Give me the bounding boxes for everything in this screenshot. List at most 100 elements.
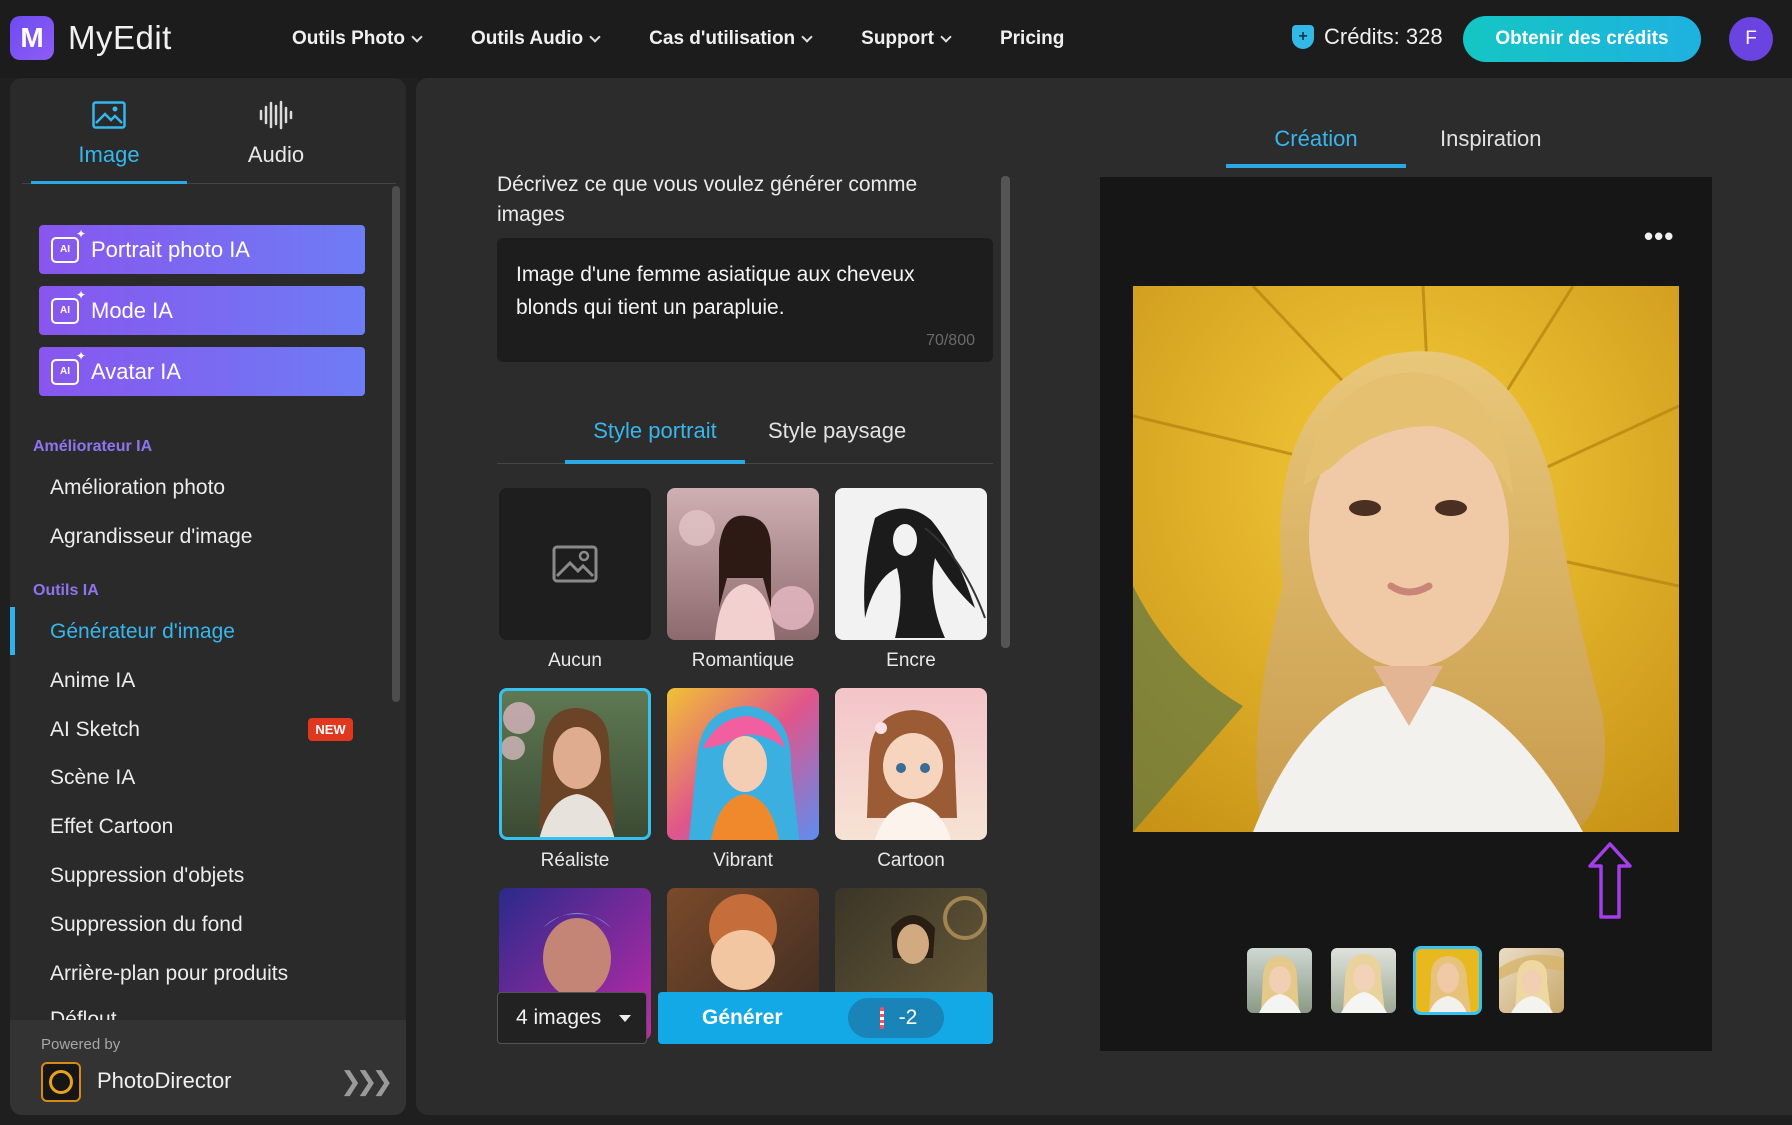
annotation-up-arrow-icon: [1588, 842, 1632, 919]
style-grid: Aucun Romantique Encre Réaliste Vibrant …: [499, 488, 993, 1046]
nav-use-cases[interactable]: Cas d'utilisation: [649, 24, 813, 54]
logo[interactable]: M MyEdit: [10, 16, 172, 60]
nav-audio-tools[interactable]: Outils Audio: [471, 24, 601, 54]
chevron-down-icon: [411, 30, 423, 43]
image-count-select[interactable]: 4 images: [497, 992, 647, 1044]
image-placeholder-icon: [552, 545, 598, 583]
style-thumb-none: [499, 488, 651, 640]
credit-candy-icon: [879, 1007, 884, 1029]
image-icon: [31, 98, 187, 132]
new-badge: NEW: [308, 718, 353, 741]
sidebar-item-scene[interactable]: Scène IA: [50, 766, 135, 790]
sidebar-tabs: Image Audio: [22, 78, 396, 184]
sidebar-item-upscaler[interactable]: Agrandisseur d'image: [50, 525, 252, 549]
section-tools-title: Outils IA: [33, 582, 99, 599]
nav-support[interactable]: Support: [861, 24, 952, 54]
style-card-romantic[interactable]: Romantique: [667, 488, 819, 672]
sidebar-item-cartoon[interactable]: Effet Cartoon: [50, 815, 173, 839]
style-thumb-ink: [835, 488, 987, 640]
powered-by-label: Powered by: [41, 1036, 121, 1053]
style-card-vibrant[interactable]: Vibrant: [667, 688, 819, 872]
credit-cost-pill: -2: [848, 998, 944, 1038]
app-name: MyEdit: [68, 19, 172, 56]
credits-text: Crédits: 328: [1324, 24, 1443, 49]
tab-audio-label: Audio: [247, 142, 305, 167]
result-thumbnail[interactable]: [1247, 948, 1312, 1013]
style-label: Aucun: [548, 650, 602, 671]
prompt-input[interactable]: Image d'une femme asiatique aux cheveux …: [497, 238, 993, 362]
main-nav: Outils Photo Outils Audio Cas d'utilisat…: [292, 24, 1114, 54]
result-preview: •••: [1100, 177, 1712, 1051]
result-thumbnail[interactable]: [1331, 948, 1396, 1013]
active-indicator: [10, 607, 15, 655]
generated-image[interactable]: [1133, 286, 1679, 832]
style-label: Réaliste: [540, 850, 610, 871]
style-card-cartoon[interactable]: Cartoon: [835, 688, 987, 872]
style-card-realistic[interactable]: Réaliste: [499, 688, 651, 872]
prompt-label: Décrivez ce que vous voulez générer comm…: [497, 173, 918, 226]
chevron-down-icon: [589, 30, 601, 43]
chevrons-right-icon[interactable]: ❯❯❯: [340, 1066, 393, 1097]
ai-portrait-button[interactable]: AI Portrait photo IA: [39, 225, 365, 274]
tab-image-label: Image: [78, 142, 140, 167]
caret-down-icon: [619, 1014, 632, 1022]
style-label: Encre: [886, 650, 936, 671]
sidebar-item-bg-removal[interactable]: Suppression du fond: [50, 913, 243, 937]
style-thumb-cartoon: [835, 688, 987, 840]
powered-by-panel[interactable]: Powered by PhotoDirector ❯❯❯: [10, 1020, 406, 1115]
credits-display: + Crédits: 328: [1292, 24, 1443, 50]
style-label: Romantique: [691, 650, 795, 671]
style-card-none[interactable]: Aucun: [499, 488, 651, 672]
ai-fashion-button[interactable]: AI Mode IA: [39, 286, 365, 335]
audio-wave-icon: [198, 98, 354, 132]
sidebar-item-image-generator[interactable]: Générateur d'image: [50, 620, 235, 644]
sidebar-item-anime[interactable]: Anime IA: [50, 669, 135, 693]
style-tabs: Style portrait Style paysage: [497, 408, 993, 464]
ai-sparkle-icon: AI: [51, 227, 86, 263]
ai-sparkle-icon: AI: [51, 288, 86, 324]
generate-button[interactable]: Générer -2: [658, 992, 993, 1044]
char-counter: 70/800: [926, 332, 975, 349]
ai-avatar-button[interactable]: AI Avatar IA: [39, 347, 365, 396]
tab-audio[interactable]: Audio: [198, 98, 354, 184]
nav-pricing[interactable]: Pricing: [1000, 24, 1064, 54]
style-card-ink[interactable]: Encre: [835, 488, 987, 672]
credit-cost-value: -2: [898, 1006, 918, 1029]
avatar[interactable]: F: [1729, 17, 1773, 61]
get-credits-button[interactable]: Obtenir des crédits: [1463, 16, 1701, 62]
tab-image[interactable]: Image: [31, 98, 187, 184]
image-count-value: 4 images: [516, 1006, 602, 1029]
sidebar-item-ai-sketch[interactable]: AI Sketch: [50, 718, 140, 742]
chevron-down-icon: [940, 30, 952, 43]
chevron-down-icon: [801, 30, 813, 43]
sidebar-item-photo-enhance[interactable]: Amélioration photo: [50, 476, 225, 500]
tab-portrait-style[interactable]: Style portrait: [565, 418, 745, 464]
style-thumb-vibrant: [667, 688, 819, 840]
main-panel: Décrivez ce que vous voulez générer comm…: [416, 78, 1792, 1115]
powered-app-name: PhotoDirector: [97, 1068, 232, 1093]
style-label: Vibrant: [713, 850, 773, 871]
sidebar-item-product-bg[interactable]: Arrière-plan pour produits: [50, 962, 288, 986]
sidebar: Image Audio AI Portrait photo IA AI Mode…: [10, 78, 406, 1115]
options-scrollbar[interactable]: [1001, 176, 1010, 648]
section-enhancer-title: Améliorateur IA: [33, 438, 153, 455]
credit-shield-icon: +: [1292, 25, 1314, 49]
result-thumbnails: [1247, 946, 1564, 1015]
tab-creation[interactable]: Création: [1226, 126, 1406, 168]
result-thumbnail-selected[interactable]: [1413, 946, 1482, 1015]
result-thumbnail[interactable]: [1499, 948, 1564, 1013]
prompt-text[interactable]: Image d'une femme asiatique aux cheveux …: [516, 258, 956, 324]
more-options-icon[interactable]: •••: [1644, 221, 1674, 252]
sidebar-scrollbar[interactable]: [392, 186, 400, 702]
top-bar: M MyEdit Outils Photo Outils Audio Cas d…: [0, 0, 1792, 78]
logo-icon: M: [10, 16, 54, 60]
tab-landscape-style[interactable]: Style paysage: [768, 418, 906, 464]
photodirector-logo-icon: [41, 1062, 81, 1102]
nav-photo-tools[interactable]: Outils Photo: [292, 24, 423, 54]
tab-inspiration[interactable]: Inspiration: [1440, 126, 1542, 168]
ai-sparkle-icon: AI: [51, 349, 86, 385]
style-label: Cartoon: [877, 850, 945, 871]
sidebar-item-object-removal[interactable]: Suppression d'objets: [50, 864, 244, 888]
generate-label: Générer: [702, 1006, 783, 1029]
result-tabs: Création Inspiration: [1226, 118, 1542, 168]
